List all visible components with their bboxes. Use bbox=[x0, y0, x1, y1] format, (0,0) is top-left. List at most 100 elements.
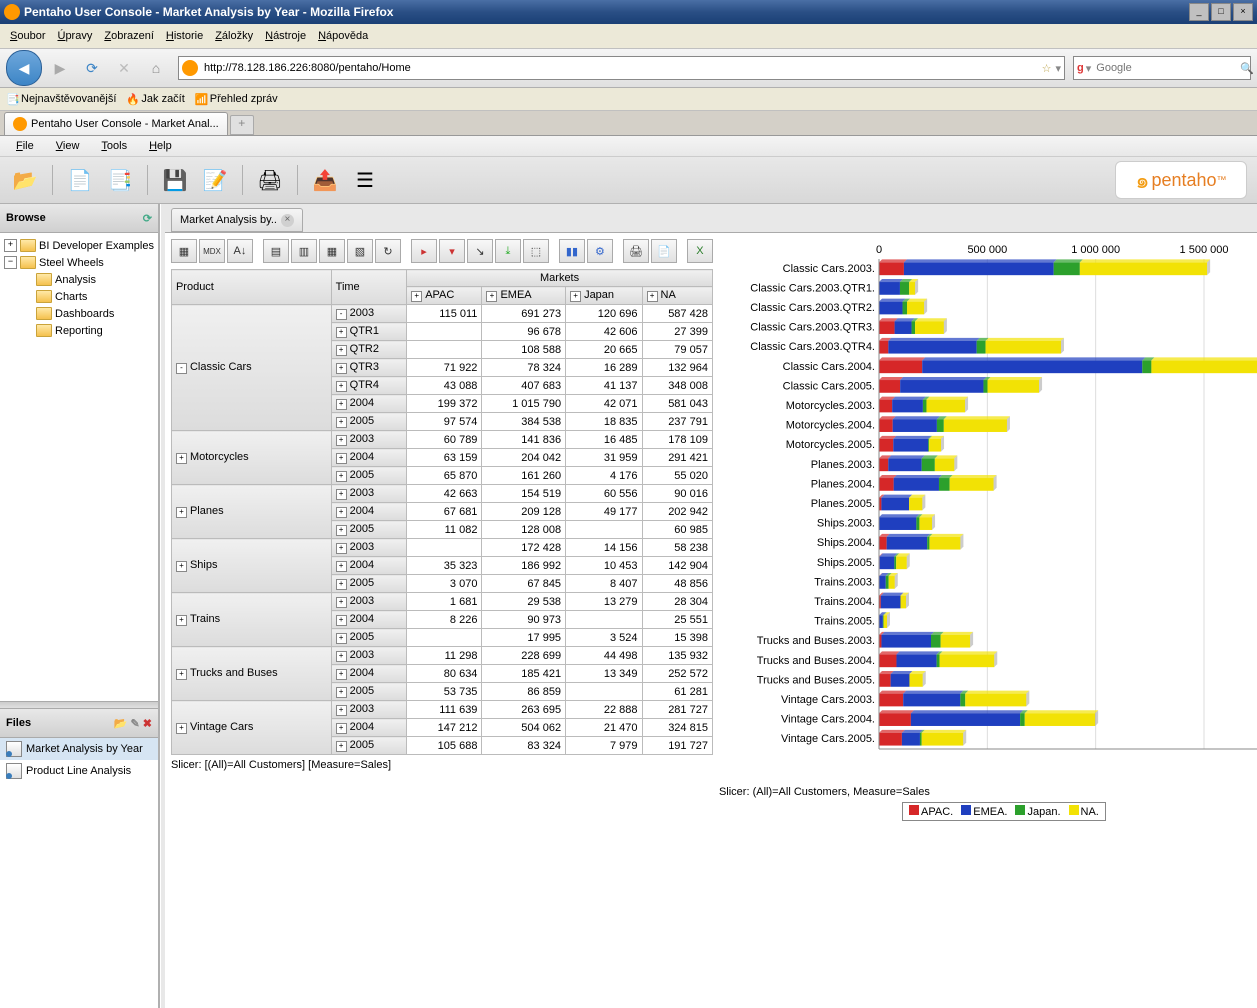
time-cell[interactable]: +2003 bbox=[331, 647, 407, 665]
files-open-icon[interactable]: 📂 bbox=[114, 718, 128, 730]
browser-tab[interactable]: Pentaho User Console - Market Anal... bbox=[4, 112, 228, 135]
tree-node[interactable]: +BI Developer Examples bbox=[2, 237, 156, 254]
sort-button[interactable]: A↓ bbox=[227, 239, 253, 263]
url-dropdown-icon[interactable]: ▾ bbox=[1055, 62, 1061, 75]
time-cell[interactable]: +2005 bbox=[331, 629, 407, 647]
tree-node[interactable]: Dashboards bbox=[2, 305, 156, 322]
search-dropdown-icon[interactable]: ▾ bbox=[1086, 62, 1092, 75]
product-cell[interactable]: +Ships bbox=[171, 539, 331, 593]
time-cell[interactable]: +2005 bbox=[331, 521, 407, 539]
product-cell[interactable]: -Classic Cars bbox=[171, 305, 331, 431]
url-bar[interactable]: ☆ ▾ bbox=[178, 56, 1065, 80]
product-cell[interactable]: +Planes bbox=[171, 485, 331, 539]
time-cell[interactable]: +2004 bbox=[331, 719, 407, 737]
print-pdf-button[interactable]: 📄 bbox=[651, 239, 677, 263]
time-cell[interactable]: +2003 bbox=[331, 485, 407, 503]
time-cell[interactable]: +2004 bbox=[331, 449, 407, 467]
ff-menu-item[interactable]: Úpravy bbox=[53, 28, 96, 44]
time-cell[interactable]: +QTR1 bbox=[331, 323, 407, 341]
bookmark-item[interactable]: 📶Přehled zpráv bbox=[195, 93, 278, 105]
forward-button[interactable]: ▶ bbox=[46, 54, 74, 82]
time-cell[interactable]: +2004 bbox=[331, 611, 407, 629]
files-delete-icon[interactable]: ✖ bbox=[143, 718, 152, 730]
close-button[interactable]: × bbox=[1233, 3, 1253, 21]
save-button[interactable]: 💾 bbox=[158, 162, 192, 198]
excel-button[interactable]: X bbox=[687, 239, 713, 263]
time-cell[interactable]: +QTR4 bbox=[331, 377, 407, 395]
col-header[interactable]: +EMEA bbox=[482, 287, 566, 305]
time-cell[interactable]: +2004 bbox=[331, 395, 407, 413]
search-box[interactable]: g ▾ 🔍 bbox=[1073, 56, 1251, 80]
bookmark-star-icon[interactable]: ☆ bbox=[1042, 62, 1052, 75]
stop-button[interactable]: ✕ bbox=[110, 54, 138, 82]
reload-button[interactable]: ⟳ bbox=[78, 54, 106, 82]
new-analysis-button[interactable]: 📑 bbox=[103, 162, 137, 198]
mdx-button[interactable]: MDX bbox=[199, 239, 225, 263]
product-cell[interactable]: +Trains bbox=[171, 593, 331, 647]
new-report-button[interactable]: 📄 bbox=[63, 162, 97, 198]
time-cell[interactable]: +2003 bbox=[331, 431, 407, 449]
search-go-icon[interactable]: 🔍 bbox=[1240, 62, 1254, 75]
home-button[interactable]: ⌂ bbox=[142, 54, 170, 82]
ff-menu-item[interactable]: Historie bbox=[162, 28, 207, 44]
file-item[interactable]: Market Analysis by Year bbox=[0, 738, 158, 760]
files-edit-icon[interactable]: ✎ bbox=[130, 718, 139, 730]
time-cell[interactable]: -2003 bbox=[331, 305, 407, 323]
time-cell[interactable]: +2005 bbox=[331, 683, 407, 701]
layout-1-button[interactable]: ▤ bbox=[263, 239, 289, 263]
time-cell[interactable]: +2005 bbox=[331, 575, 407, 593]
col-product[interactable]: Product bbox=[171, 270, 331, 305]
drill-replace-button[interactable]: ↘ bbox=[467, 239, 493, 263]
cube-nav-button[interactable]: ▦ bbox=[171, 239, 197, 263]
time-cell[interactable]: +2003 bbox=[331, 593, 407, 611]
minimize-button[interactable]: _ bbox=[1189, 3, 1209, 21]
url-input[interactable] bbox=[202, 61, 1042, 75]
drill-position-button[interactable]: ▾ bbox=[439, 239, 465, 263]
pentaho-menu-item[interactable]: View bbox=[48, 138, 88, 154]
refresh-browse-icon[interactable]: ⟳ bbox=[143, 212, 152, 225]
time-cell[interactable]: +2003 bbox=[331, 539, 407, 557]
ff-menu-item[interactable]: Záložky bbox=[211, 28, 257, 44]
chart-button[interactable]: ▮▮ bbox=[559, 239, 585, 263]
ff-menu-item[interactable]: Soubor bbox=[6, 28, 49, 44]
time-cell[interactable]: +2004 bbox=[331, 503, 407, 521]
time-cell[interactable]: +2003 bbox=[331, 701, 407, 719]
time-cell[interactable]: +2004 bbox=[331, 665, 407, 683]
layout-button[interactable]: ☰ bbox=[348, 162, 382, 198]
new-tab-button[interactable]: + bbox=[230, 115, 254, 135]
ff-menu-item[interactable]: Nástroje bbox=[261, 28, 310, 44]
layout-2-button[interactable]: ▥ bbox=[291, 239, 317, 263]
bookmark-item[interactable]: 📑Nejnavštěvovanější bbox=[6, 93, 116, 105]
chart-config-button[interactable]: ⚙ bbox=[587, 239, 613, 263]
tree-node[interactable]: Analysis bbox=[2, 271, 156, 288]
maximize-button[interactable]: □ bbox=[1211, 3, 1231, 21]
collapse-icon[interactable]: − bbox=[4, 256, 17, 269]
bookmark-item[interactable]: 🔥Jak začít bbox=[126, 93, 184, 105]
tree-node[interactable]: Charts bbox=[2, 288, 156, 305]
layout-4-button[interactable]: ▧ bbox=[347, 239, 373, 263]
time-cell[interactable]: +2005 bbox=[331, 737, 407, 755]
pentaho-menu-item[interactable]: Help bbox=[141, 138, 180, 154]
drill-through-button[interactable]: ⤓ bbox=[495, 239, 521, 263]
suppress-empty-button[interactable]: ⬚ bbox=[523, 239, 549, 263]
product-cell[interactable]: +Motorcycles bbox=[171, 431, 331, 485]
tree-node[interactable]: Reporting bbox=[2, 322, 156, 339]
back-button[interactable]: ◀ bbox=[6, 50, 42, 86]
time-cell[interactable]: +QTR3 bbox=[331, 359, 407, 377]
product-cell[interactable]: +Vintage Cars bbox=[171, 701, 331, 755]
expand-icon[interactable]: + bbox=[4, 239, 17, 252]
pentaho-menu-item[interactable]: File bbox=[8, 138, 42, 154]
save-as-button[interactable]: 📝 bbox=[198, 162, 232, 198]
col-header[interactable]: +APAC bbox=[407, 287, 482, 305]
product-cell[interactable]: +Trucks and Buses bbox=[171, 647, 331, 701]
layout-3-button[interactable]: ▦ bbox=[319, 239, 345, 263]
ff-menu-item[interactable]: Zobrazení bbox=[100, 28, 158, 44]
time-cell[interactable]: +QTR2 bbox=[331, 341, 407, 359]
time-cell[interactable]: +2005 bbox=[331, 413, 407, 431]
print-config-button[interactable]: 🖨 bbox=[623, 239, 649, 263]
col-header[interactable]: +Japan bbox=[566, 287, 642, 305]
print-button[interactable]: 🖨 bbox=[253, 162, 287, 198]
tree-node[interactable]: −Steel Wheels bbox=[2, 254, 156, 271]
drill-member-button[interactable]: ▸ bbox=[411, 239, 437, 263]
panel-splitter[interactable] bbox=[0, 701, 158, 709]
